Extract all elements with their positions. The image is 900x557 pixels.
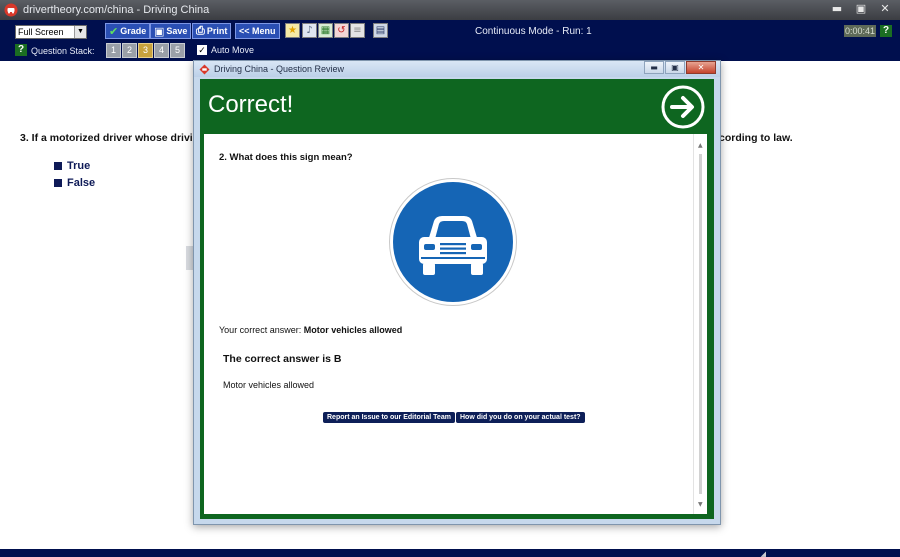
motor-vehicles-allowed-sign-icon <box>389 178 517 306</box>
print-button[interactable]: ⎙ Print <box>192 23 232 39</box>
option-bullet-icon <box>54 162 62 170</box>
window-titlebar: drivertheory.com/china - Driving China ▬… <box>0 0 900 20</box>
question-review-dialog: Driving China - Question Review ▬ ▣ ✕ Co… <box>193 60 721 525</box>
your-answer-label: Your correct answer: <box>219 325 302 335</box>
auto-move-checkbox[interactable]: ✓ <box>197 45 207 55</box>
save-label: Save <box>166 26 188 36</box>
result-banner: Correct! <box>200 79 714 133</box>
scroll-down-icon[interactable]: ▼ <box>698 501 703 508</box>
scroll-thumb[interactable] <box>699 154 702 494</box>
floppy-disk-icon: ▣ <box>154 24 165 38</box>
toolbar: Full Screen ▼ ✔ Grade ▣ Save ⎙ Print << … <box>0 20 900 61</box>
scroll-up-icon[interactable]: ▲ <box>698 142 703 149</box>
background-question-text-end: cording to law. <box>719 132 793 144</box>
your-answer: Your correct answer: Motor vehicles allo… <box>219 325 402 335</box>
printer-icon: ⎙ <box>196 24 205 37</box>
correct-answer-heading: The correct answer is B <box>223 353 342 365</box>
review-content: 2. What does this sign mean? Your correc… <box>204 134 707 514</box>
menu-label: << Menu <box>239 26 276 36</box>
speaker-icon[interactable]: ♪ <box>302 23 317 38</box>
result-title: Correct! <box>208 91 294 118</box>
window-controls: ▬ ▣ ✕ <box>826 1 896 17</box>
grade-label: Grade <box>120 26 147 36</box>
dialog-close-button[interactable]: ✕ <box>686 61 716 74</box>
app-logo-icon <box>4 3 18 17</box>
menu-button[interactable]: << Menu <box>235 23 280 39</box>
review-scrollbar[interactable]: ▲ ▼ <box>693 134 707 514</box>
question-stack-item-active[interactable]: 3 <box>138 43 153 58</box>
your-answer-value: Motor vehicles allowed <box>303 325 403 335</box>
minimize-button[interactable]: ▬ <box>826 1 848 17</box>
question-stack-item[interactable]: 5 <box>170 43 185 58</box>
question-stack-help-icon[interactable]: ? <box>15 44 27 56</box>
dialog-body: Correct! 2. What does this sign mean? Yo… <box>200 79 714 519</box>
question-stack-item[interactable]: 1 <box>106 43 121 58</box>
dialog-titlebar: Driving China - Question Review ▬ ▣ ✕ <box>194 61 720 77</box>
dialog-logo-icon <box>199 64 210 74</box>
calculator-icon[interactable]: ▤ <box>373 23 388 38</box>
dialog-controls: ▬ ▣ ✕ <box>644 61 716 74</box>
correct-answer-text: Motor vehicles allowed <box>223 380 315 390</box>
resize-grip-icon[interactable]: ◢ <box>761 550 766 557</box>
auto-move-label: Auto Move <box>211 45 255 55</box>
option-label: False <box>67 177 96 189</box>
answer-option-true[interactable]: True <box>54 160 90 172</box>
checkmark-icon: ✔ <box>109 24 119 38</box>
image-icon[interactable]: ▦ <box>318 23 333 38</box>
option-label: True <box>67 160 91 172</box>
dialog-title: Driving China - Question Review <box>214 64 345 74</box>
notes-icon[interactable]: ≡ <box>350 23 365 38</box>
undo-icon[interactable]: ↺ <box>334 23 349 38</box>
screen-mode-select[interactable]: Full Screen ▼ <box>15 25 87 39</box>
option-bullet-icon <box>54 179 62 187</box>
save-button[interactable]: ▣ Save <box>150 23 192 39</box>
background-question-text: 3. If a motorized driver whose drivi <box>20 132 193 144</box>
report-issue-button[interactable]: Report an Issue to our Editorial Team <box>323 412 455 423</box>
actual-test-feedback-button[interactable]: How did you do on your actual test? <box>456 412 585 423</box>
chevron-down-icon: ▼ <box>74 26 86 38</box>
timer: 0:00:41 <box>844 25 876 37</box>
answer-option-false[interactable]: False <box>54 177 95 189</box>
question-stack-item[interactable]: 4 <box>154 43 169 58</box>
maximize-button[interactable]: ▣ <box>850 1 872 17</box>
question-stack-item[interactable]: 2 <box>122 43 137 58</box>
next-arrow-icon[interactable] <box>661 85 705 129</box>
dialog-minimize-button[interactable]: ▬ <box>644 61 664 74</box>
dialog-maximize-button[interactable]: ▣ <box>665 61 685 74</box>
mode-status: Continuous Mode - Run: 1 <box>475 26 592 37</box>
print-label: Print <box>206 26 228 36</box>
question-title: 2. What does this sign mean? <box>219 152 353 163</box>
help-icon[interactable]: ? <box>880 25 892 37</box>
grade-button[interactable]: ✔ Grade <box>105 23 151 39</box>
question-stack-label: Question Stack: <box>31 46 95 56</box>
star-icon[interactable]: ★ <box>285 23 300 38</box>
close-button[interactable]: ✕ <box>874 1 896 17</box>
screen-mode-value: Full Screen <box>18 27 64 37</box>
window-title: drivertheory.com/china - Driving China <box>23 4 210 16</box>
